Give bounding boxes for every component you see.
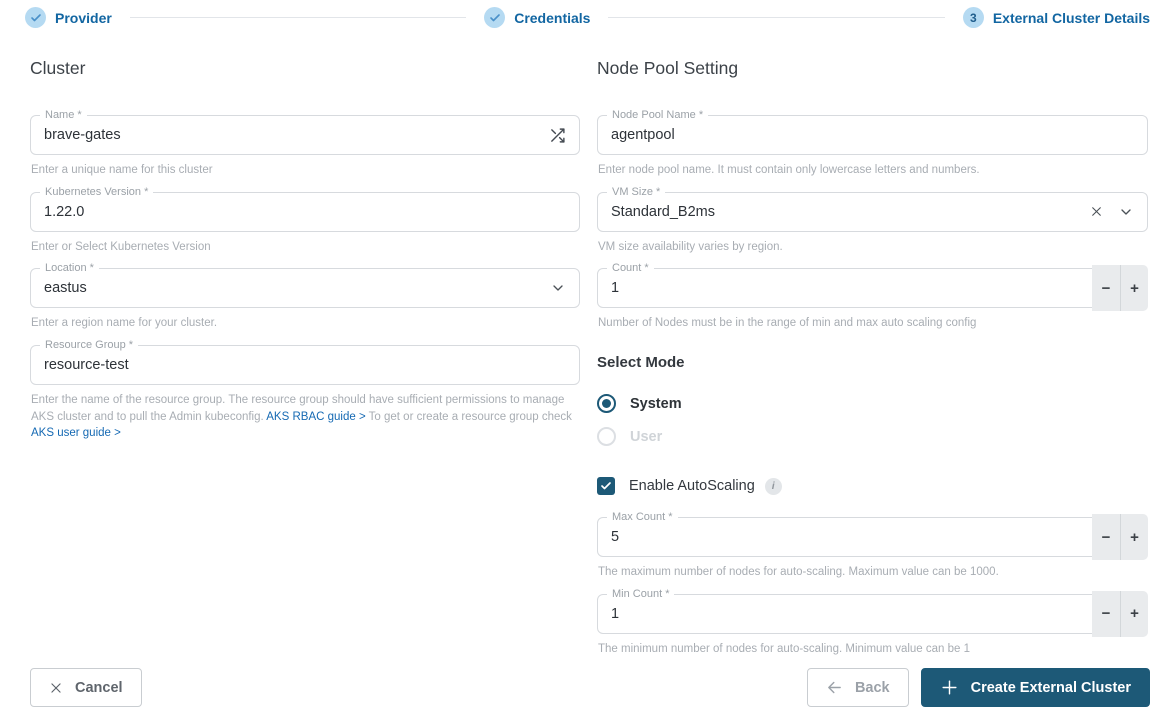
vm-size-label: VM Size * [607, 184, 666, 200]
max-count-help: The maximum number of nodes for auto-sca… [598, 566, 999, 579]
resource-group-help: Enter the name of the resource group. Th… [31, 392, 579, 442]
back-button-label: Back [854, 679, 890, 696]
radio-selected-icon[interactable] [597, 394, 616, 414]
max-count-stepper: − + [1092, 514, 1148, 561]
min-count-field: Min Count * − + [597, 586, 1148, 637]
min-count-label: Min Count * [607, 586, 675, 602]
location-row: Location * Enter a region name for your … [30, 261, 580, 332]
step-provider-label: Provider [55, 9, 112, 26]
step-complete-check-icon [25, 7, 46, 28]
cluster-section: Cluster Name * Enter a unique name for t… [30, 58, 580, 455]
location-help: Enter a region name for your cluster. [31, 317, 218, 330]
enable-autoscaling-row[interactable]: Enable AutoScaling i [597, 477, 1148, 496]
node-pool-name-help: Enter node pool name. It must contain on… [598, 164, 980, 176]
step-external-cluster-details-label: External Cluster Details [992, 9, 1151, 26]
mode-option-system[interactable]: System [597, 394, 1148, 414]
vm-size-row: VM Size * VM size availability varies by… [597, 184, 1148, 256]
step-credentials-label: Credentials [514, 9, 591, 26]
count-row: Count * − + Number of Nodes must be in t… [597, 261, 1148, 332]
chevron-down-icon[interactable] [1118, 204, 1134, 220]
min-count-help: The minimum number of nodes for auto-sca… [598, 642, 971, 655]
max-count-decrement-button[interactable]: − [1092, 514, 1120, 561]
cluster-name-field: Name * [30, 108, 580, 155]
enable-autoscaling-label: Enable AutoScaling [629, 478, 755, 495]
resource-group-label: Resource Group * [40, 338, 139, 354]
checkbox-checked-icon[interactable] [597, 477, 615, 496]
count-label: Count * [607, 261, 654, 277]
count-decrement-button[interactable]: − [1092, 265, 1120, 312]
create-cluster-wizard: Provider Credentials 3 External Cluster … [0, 0, 1173, 709]
max-count-increment-button[interactable]: + [1120, 514, 1148, 561]
min-count-increment-button[interactable]: + [1120, 590, 1148, 637]
resource-group-field: Resource Group * [30, 338, 580, 386]
cluster-name-label: Name * [40, 108, 87, 123]
arrow-left-icon [826, 679, 843, 696]
plus-icon [940, 678, 959, 697]
count-input[interactable] [611, 269, 1077, 308]
kubernetes-version-row: Kubernetes Version * Enter or Select Kub… [30, 184, 580, 256]
close-icon [49, 681, 63, 695]
node-pool-name-field: Node Pool Name * [597, 108, 1148, 155]
vm-size-field: VM Size * [597, 184, 1148, 232]
back-button[interactable]: Back [806, 668, 909, 707]
step-external-cluster-details[interactable]: 3 External Cluster Details [962, 7, 1151, 28]
shuffle-name-icon[interactable] [549, 127, 566, 144]
step-complete-check-icon [484, 7, 506, 28]
wizard-footer: Cancel Back Create External Cluster [30, 668, 1150, 707]
cancel-button-label: Cancel [75, 679, 123, 696]
step-provider[interactable]: Provider [25, 7, 112, 28]
stepper-connector [129, 17, 467, 18]
create-external-cluster-label: Create External Cluster [970, 679, 1131, 696]
node-pool-name-row: Node Pool Name * Enter node pool name. I… [597, 108, 1148, 179]
node-pool-name-label: Node Pool Name * [607, 108, 709, 123]
mode-option-user[interactable]: User [597, 427, 1148, 447]
aks-user-guide-link[interactable]: AKS user guide > [31, 427, 121, 439]
resource-group-row: Resource Group * Enter the name of the r… [30, 338, 580, 442]
max-count-input[interactable] [611, 518, 1077, 557]
min-count-stepper: − + [1092, 590, 1148, 637]
min-count-decrement-button[interactable]: − [1092, 590, 1120, 637]
location-label: Location * [40, 261, 99, 277]
create-external-cluster-button[interactable]: Create External Cluster [920, 668, 1150, 707]
max-count-row: Max Count * − + The maximum number of no… [597, 510, 1148, 581]
location-input[interactable] [44, 269, 550, 308]
vm-size-input[interactable] [611, 192, 1090, 231]
step-credentials[interactable]: Credentials [484, 7, 590, 28]
chevron-down-icon[interactable] [550, 280, 566, 296]
cluster-name-help: Enter a unique name for this cluster [31, 164, 213, 176]
max-count-label: Max Count * [607, 510, 678, 526]
kubernetes-version-help: Enter or Select Kubernetes Version [31, 240, 211, 253]
count-help: Number of Nodes must be in the range of … [598, 317, 977, 330]
cluster-section-title: Cluster [30, 58, 86, 78]
node-pool-section-title: Node Pool Setting [597, 58, 739, 78]
step-number-badge: 3 [962, 7, 984, 28]
count-stepper: − + [1092, 265, 1148, 312]
select-mode-title: Select Mode [597, 354, 685, 372]
min-count-input[interactable] [611, 594, 1077, 633]
count-field: Count * − + [597, 261, 1148, 312]
radio-unselected-icon[interactable] [597, 427, 616, 447]
cancel-button[interactable]: Cancel [30, 668, 142, 707]
vm-size-help: VM size availability varies by region. [598, 240, 783, 253]
count-increment-button[interactable]: + [1120, 265, 1148, 312]
mode-user-label: User [630, 428, 663, 445]
kubernetes-version-field: Kubernetes Version * [30, 184, 580, 232]
resource-group-help-text-2: To get or create a resource group check [365, 410, 572, 423]
clear-vm-size-icon[interactable] [1090, 205, 1103, 218]
max-count-field: Max Count * − + [597, 510, 1148, 561]
stepper-connector [608, 17, 945, 18]
cluster-name-input[interactable] [44, 116, 549, 154]
kubernetes-version-label: Kubernetes Version * [40, 184, 154, 200]
cluster-name-row: Name * Enter a unique name for this clus… [30, 108, 580, 179]
node-pool-section: Node Pool Setting Node Pool Name * Enter… [597, 58, 1148, 670]
wizard-stepper: Provider Credentials 3 External Cluster … [0, 0, 1173, 28]
min-count-row: Min Count * − + The minimum number of no… [597, 586, 1148, 658]
mode-system-label: System [630, 395, 682, 412]
aks-rbac-guide-link[interactable]: AKS RBAC guide > [266, 411, 365, 423]
location-field: Location * [30, 261, 580, 309]
info-icon[interactable]: i [764, 477, 782, 495]
